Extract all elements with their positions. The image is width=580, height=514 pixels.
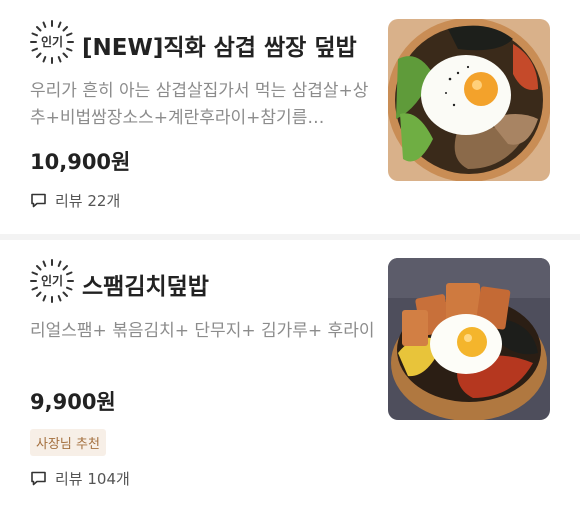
menu-price: 10,900원: [30, 150, 131, 174]
popular-badge: 인기: [29, 19, 75, 65]
owner-recommend-tag: 사장님 추천: [30, 429, 106, 456]
review-count: 리뷰 104개: [30, 468, 130, 489]
menu-title: [NEW]직화 삼겹 쌈장 덮밥: [82, 35, 357, 61]
menu-image: [388, 19, 550, 181]
menu-description: 우리가 흔히 아는 삼겹살집가서 먹는 삼겹살+상추+비법쌈장소스+계란후라이+…: [30, 81, 369, 128]
menu-item-2[interactable]: 인기 스팸김치덮밥 리얼스팸+ 볶음김치+ 단무지+ 김가루+ 후라이 9,90…: [0, 240, 580, 514]
menu-title: 스팸김치덮밥: [82, 274, 209, 300]
menu-description: 리얼스팸+ 볶음김치+ 단무지+ 김가루+ 후라이: [30, 321, 375, 341]
menu-item-1[interactable]: 인기 [NEW]직화 삼겹 쌈장 덮밥 우리가 흔히 아는 삼겹살집가서 먹는 …: [0, 0, 580, 234]
spam-kimchi-bowl-image: [388, 258, 550, 420]
badge-label: 인기: [40, 274, 64, 288]
review-label: 리뷰 104개: [55, 470, 130, 488]
menu-price: 9,900원: [30, 390, 116, 414]
speech-bubble-icon: [31, 193, 46, 208]
badge-label: 인기: [40, 35, 64, 49]
samgyeop-bowl-image: [388, 19, 550, 181]
review-count: 리뷰 22개: [30, 190, 120, 211]
review-label: 리뷰 22개: [55, 192, 121, 210]
menu-image: [388, 258, 550, 420]
popular-badge: 인기: [29, 258, 75, 304]
speech-bubble-icon: [31, 471, 46, 486]
